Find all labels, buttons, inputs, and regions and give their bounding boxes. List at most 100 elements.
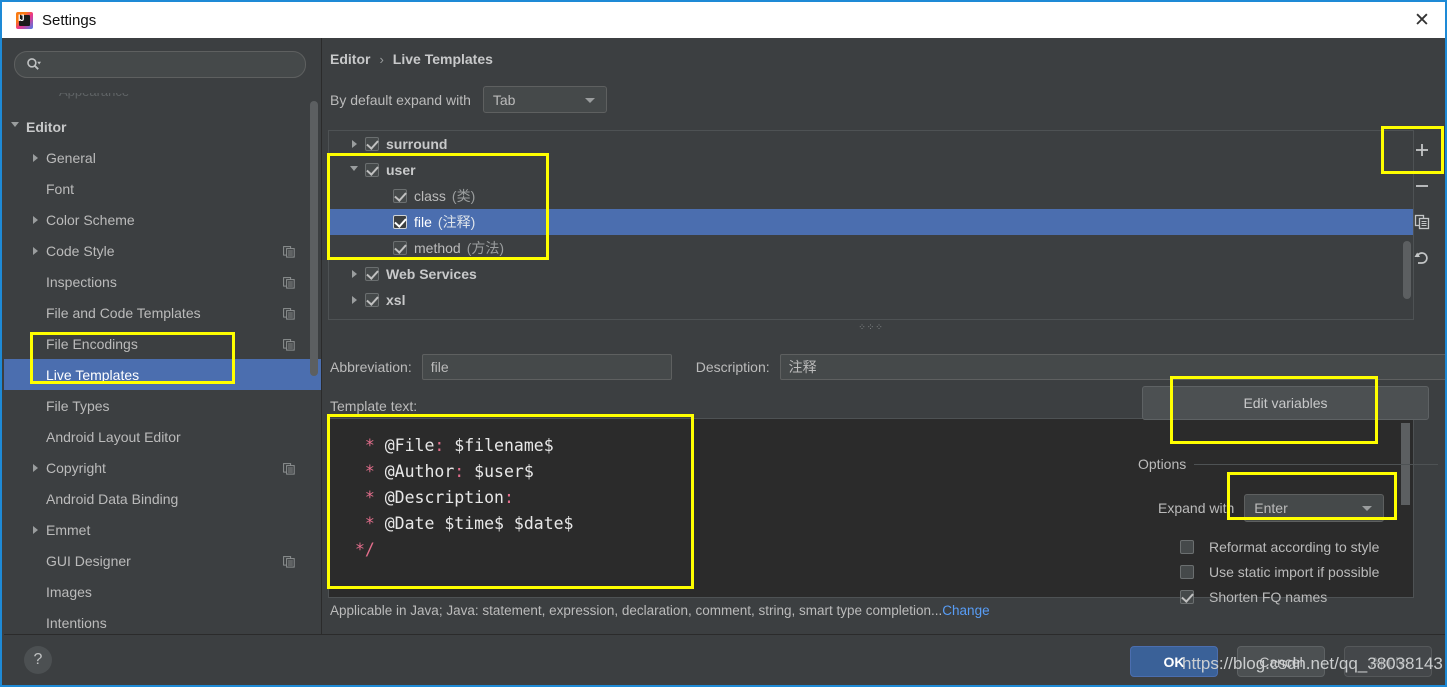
chevron-right-icon[interactable] (343, 140, 365, 148)
search-input[interactable] (41, 57, 305, 72)
breadcrumb: Editor › Live Templates (330, 51, 493, 67)
sidebar-item-copyright[interactable]: Copyright (4, 452, 321, 483)
options-group-header: Options (1138, 456, 1438, 472)
search-icon (26, 57, 41, 72)
sidebar-item-editor[interactable]: Editor (4, 111, 321, 142)
expand-with-label: Expand with (1158, 500, 1235, 516)
chevron-right-icon[interactable] (24, 153, 46, 162)
sidebar-item-file-and-code-templates[interactable]: File and Code Templates (4, 297, 321, 328)
copy-settings-icon[interactable] (283, 245, 295, 258)
intellij-idea-icon (16, 11, 33, 29)
splitter-handle-icon: ⁘⁘⁘ (858, 321, 884, 332)
chevron-right-icon[interactable] (343, 270, 365, 278)
chevron-right-icon[interactable] (343, 296, 365, 304)
copy-settings-icon[interactable] (283, 338, 295, 351)
template-tree-label: file (414, 214, 432, 230)
chevron-down-icon (1362, 506, 1373, 511)
template-enabled-checkbox[interactable] (365, 293, 379, 307)
expander-arrow (11, 122, 19, 131)
edit-variables-button[interactable]: Edit variables (1142, 386, 1429, 420)
sidebar-item-label: File Encodings (46, 335, 138, 352)
option-checkbox-label: Use static import if possible (1209, 563, 1380, 580)
default-expand-value: Tab (492, 91, 516, 108)
template-enabled-checkbox[interactable] (365, 137, 379, 151)
chevron-right-icon[interactable] (24, 463, 46, 472)
sidebar-item-color-scheme[interactable]: Color Scheme (4, 204, 321, 235)
sidebar-item-label: Emmet (46, 521, 91, 538)
chevron-down-icon (584, 97, 595, 103)
apply-button[interactable]: Apply (1344, 646, 1432, 677)
copy-settings-icon[interactable] (283, 555, 295, 568)
sidebar-scrollbar[interactable] (310, 101, 318, 571)
options-group-title: Options (1138, 456, 1187, 472)
chevron-right-icon[interactable] (24, 246, 46, 255)
breadcrumb-separator-icon: › (379, 51, 384, 67)
sidebar-item-inspections[interactable]: Inspections (4, 266, 321, 297)
close-icon[interactable]: ✕ (1399, 2, 1445, 38)
copy-settings-icon[interactable] (283, 462, 295, 475)
expander-arrow (32, 246, 38, 255)
change-context-link[interactable]: Change (942, 603, 989, 618)
sidebar-item-label: Code Style (46, 242, 115, 259)
template-tree-label: surround (386, 136, 448, 152)
sidebar-scrollbar-thumb[interactable] (310, 101, 318, 376)
chevron-down-icon[interactable] (4, 122, 26, 131)
sidebar-item-android-layout-editor[interactable]: Android Layout Editor (4, 421, 321, 452)
sidebar-item-font[interactable]: Font (4, 173, 321, 204)
sidebar-item-images[interactable]: Images (4, 576, 321, 607)
template-tree-label: method (414, 240, 461, 256)
abbreviation-input[interactable] (421, 354, 672, 380)
settings-dialog: Settings ✕ Appearance Editor General Font C… (0, 0, 1447, 687)
chevron-down-icon[interactable] (343, 165, 365, 175)
sidebar-item-label: Color Scheme (46, 211, 135, 228)
option-checkbox-label: Shorten FQ names (1209, 588, 1328, 605)
help-button[interactable]: ? (24, 646, 52, 674)
sidebar-item-label: Live Templates (46, 366, 140, 383)
sidebar-partial-row: Appearance (4, 93, 321, 111)
expander-arrow (32, 153, 38, 162)
template-enabled-checkbox[interactable] (393, 189, 407, 203)
option-checkbox-reformat-according-to-style[interactable]: Reformat according to style (1180, 534, 1379, 559)
options-group-rule (1194, 463, 1438, 465)
sidebar-item-file-types[interactable]: File Types (4, 390, 321, 421)
template-tree-label: class (414, 188, 446, 204)
template-enabled-checkbox[interactable] (365, 163, 379, 177)
chevron-right-icon[interactable] (24, 525, 46, 534)
sidebar-item-general[interactable]: General (4, 142, 321, 173)
search-box[interactable] (14, 51, 306, 78)
settings-sidebar: Appearance Editor General Font Color Scheme… (4, 38, 321, 634)
breadcrumb-parent[interactable]: Editor (330, 51, 370, 67)
checkbox-indicator[interactable] (1180, 539, 1194, 554)
sidebar-item-live-templates[interactable]: Live Templates (4, 359, 321, 390)
sidebar-item-label: Android Data Binding (46, 490, 179, 507)
title-bar: Settings ✕ (2, 2, 1445, 38)
template-enabled-checkbox[interactable] (393, 215, 407, 229)
template-enabled-checkbox[interactable] (365, 267, 379, 281)
ok-button[interactable]: OK (1130, 646, 1218, 677)
copy-settings-icon[interactable] (283, 307, 295, 320)
expander-arrow (351, 296, 357, 304)
template-options-panel: Edit variables Options Expand with Enter… (1138, 38, 1445, 634)
checkbox-indicator[interactable] (1180, 589, 1194, 604)
option-checkbox-use-static-import-if-possible[interactable]: Use static import if possible (1180, 559, 1379, 584)
option-checkbox-shorten-fq-names[interactable]: Shorten FQ names (1180, 584, 1379, 609)
expand-with-row: Expand with Enter (1158, 494, 1385, 522)
cancel-button[interactable]: Cancel (1237, 646, 1325, 677)
default-expand-select[interactable]: Tab (482, 86, 607, 113)
sidebar-item-label: File Types (46, 397, 110, 414)
copy-settings-icon[interactable] (283, 276, 295, 289)
template-enabled-checkbox[interactable] (393, 241, 407, 255)
applicable-text: Applicable in Java; Java: statement, exp… (330, 603, 943, 618)
sidebar-item-emmet[interactable]: Emmet (4, 514, 321, 545)
chevron-right-icon[interactable] (24, 215, 46, 224)
applicable-context: Applicable in Java; Java: statement, exp… (330, 603, 990, 618)
sidebar-item-file-encodings[interactable]: File Encodings (4, 328, 321, 359)
options-group: Options Expand with Enter Reformat accor… (1138, 456, 1438, 605)
sidebar-item-label: Inspections (46, 273, 117, 290)
sidebar-item-android-data-binding[interactable]: Android Data Binding (4, 483, 321, 514)
sidebar-item-code-style[interactable]: Code Style (4, 235, 321, 266)
sidebar-item-gui-designer[interactable]: GUI Designer (4, 545, 321, 576)
checkbox-indicator[interactable] (1180, 564, 1194, 579)
sidebar-item-label: GUI Designer (46, 552, 131, 569)
expand-with-select[interactable]: Enter (1244, 494, 1385, 522)
